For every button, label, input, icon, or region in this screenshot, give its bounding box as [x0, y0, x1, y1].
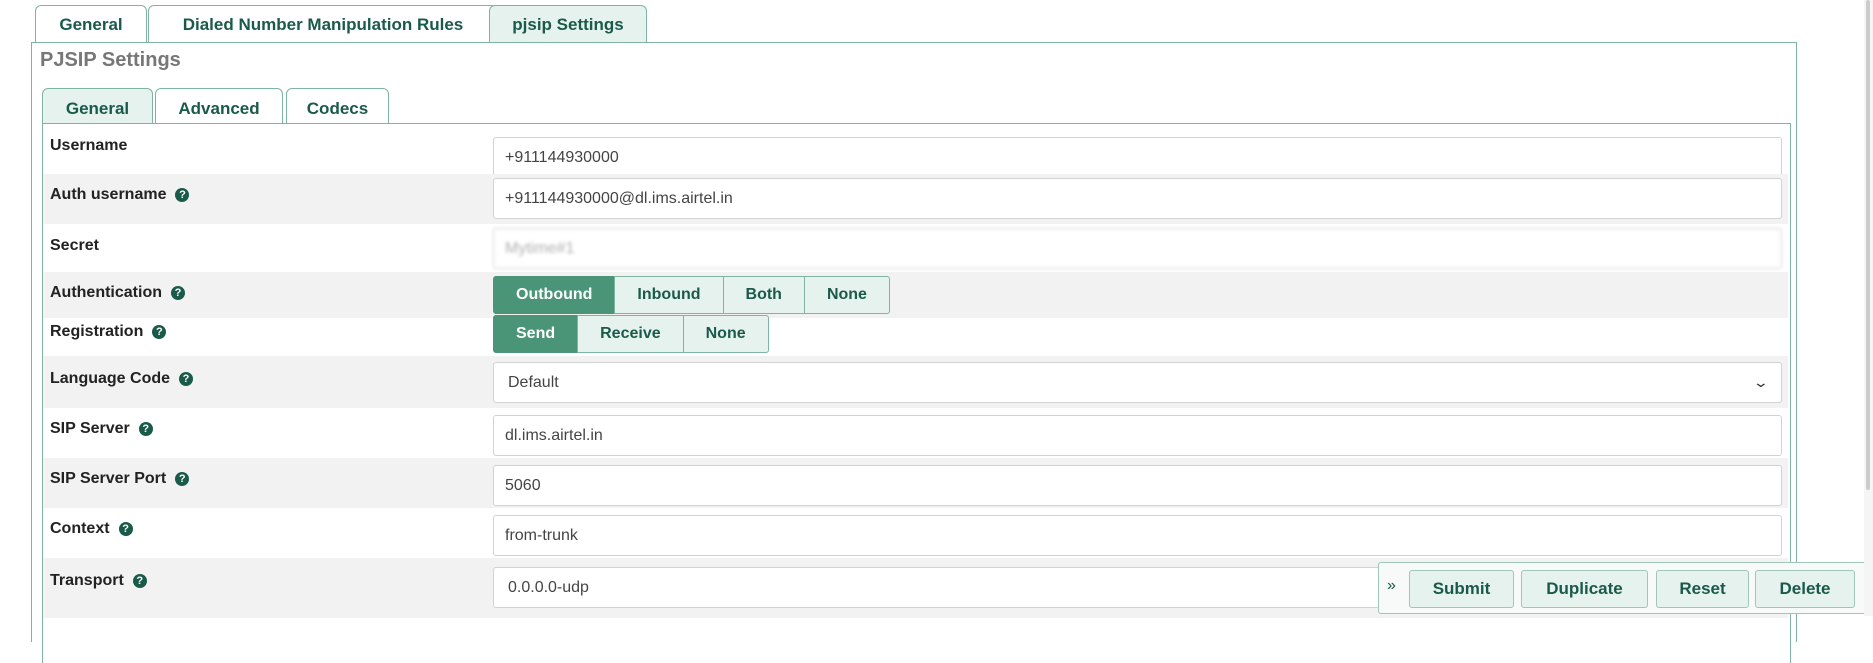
- registration-toggle-group: Send Receive None: [493, 315, 769, 353]
- help-icon[interactable]: ?: [138, 422, 153, 436]
- subtab-advanced[interactable]: Advanced: [155, 88, 283, 128]
- reset-button[interactable]: Reset: [1656, 570, 1749, 608]
- sip-server-label: SIP Server ?: [50, 420, 153, 438]
- help-icon[interactable]: ?: [152, 325, 167, 339]
- username-input[interactable]: [493, 137, 1782, 178]
- registration-receive-button[interactable]: Receive: [577, 315, 684, 353]
- secret-input[interactable]: [493, 228, 1782, 269]
- authentication-inbound-button[interactable]: Inbound: [614, 276, 724, 314]
- language-code-select[interactable]: Default ⌄: [493, 362, 1782, 403]
- auth-username-input[interactable]: [493, 178, 1782, 219]
- help-icon[interactable]: ?: [175, 188, 190, 202]
- sip-server-port-input[interactable]: [493, 465, 1782, 506]
- authentication-outbound-button[interactable]: Outbound: [493, 276, 616, 314]
- row-auth-username: Auth username ?: [43, 174, 1788, 224]
- help-icon[interactable]: ?: [118, 522, 133, 536]
- registration-send-button[interactable]: Send: [493, 315, 579, 353]
- authentication-none-button[interactable]: None: [803, 276, 890, 314]
- row-secret: Secret: [43, 224, 1788, 272]
- language-code-label: Language Code ?: [50, 370, 194, 388]
- username-label: Username: [50, 137, 128, 154]
- submit-button[interactable]: Submit: [1409, 570, 1514, 608]
- help-icon[interactable]: ?: [171, 286, 185, 300]
- scrollbar-thumb[interactable]: [1866, 0, 1870, 490]
- tab-dialed-number-manipulation-rules[interactable]: Dialed Number Manipulation Rules: [148, 5, 498, 43]
- row-language-code: Language Code ? Default ⌄: [43, 356, 1788, 408]
- row-context: Context ?: [43, 508, 1788, 558]
- pjsip-settings-panel: PJSIP Settings General Advanced Codecs U…: [31, 42, 1797, 663]
- transport-label: Transport ?: [50, 572, 147, 590]
- subtab-general[interactable]: General: [42, 88, 153, 128]
- row-sip-server: SIP Server ?: [43, 408, 1788, 458]
- context-input[interactable]: [493, 515, 1782, 556]
- tab-pjsip-settings[interactable]: pjsip Settings: [489, 5, 647, 43]
- authentication-toggle-group: Outbound Inbound Both None: [493, 276, 890, 314]
- floating-action-bar: » Submit Duplicate Reset Delete: [1378, 562, 1873, 614]
- tab-general[interactable]: General: [35, 5, 147, 43]
- row-sip-server-port: SIP Server Port ?: [43, 458, 1788, 508]
- row-username: Username: [43, 126, 1788, 178]
- delete-button[interactable]: Delete: [1755, 570, 1855, 608]
- subtab-codecs[interactable]: Codecs: [286, 88, 389, 128]
- help-icon[interactable]: ?: [179, 372, 194, 386]
- context-label: Context ?: [50, 520, 133, 538]
- help-icon[interactable]: ?: [175, 472, 190, 486]
- sip-server-input[interactable]: [493, 415, 1782, 456]
- authentication-label: Authentication ?: [50, 284, 185, 302]
- auth-username-label: Auth username ?: [50, 186, 190, 204]
- page-title: PJSIP Settings: [40, 49, 181, 71]
- authentication-both-button[interactable]: Both: [722, 276, 805, 314]
- secret-label: Secret: [50, 237, 99, 254]
- collapse-icon[interactable]: »: [1387, 577, 1396, 595]
- language-code-value: Default: [508, 373, 559, 391]
- chevron-down-icon: ⌄: [1752, 374, 1770, 390]
- registration-label: Registration ?: [50, 323, 167, 341]
- transport-value: 0.0.0.0-udp: [508, 578, 589, 596]
- help-icon[interactable]: ?: [132, 574, 147, 588]
- duplicate-button[interactable]: Duplicate: [1521, 570, 1648, 608]
- row-authentication: Authentication ? Outbound Inbound Both N…: [43, 272, 1788, 318]
- registration-none-button[interactable]: None: [682, 315, 769, 353]
- sip-server-port-label: SIP Server Port ?: [50, 470, 190, 488]
